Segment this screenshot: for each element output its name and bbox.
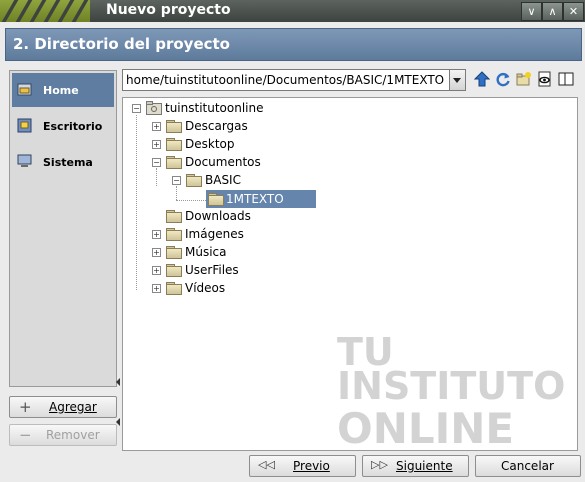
titlebar-decoration xyxy=(0,0,90,22)
tree-node-root[interactable]: − tuinstitutoonline xyxy=(131,100,291,117)
tree-node[interactable]: − BASIC xyxy=(171,172,291,189)
show-hidden-icon[interactable] xyxy=(537,71,553,87)
window-title: Nuevo proyecto xyxy=(106,2,231,18)
refresh-icon[interactable] xyxy=(495,71,511,87)
places-sidebar: Home Escritorio Sistema xyxy=(9,70,117,387)
chevron-down-icon[interactable] xyxy=(449,69,466,91)
maximize-icon[interactable]: ∧ xyxy=(542,2,563,21)
sidebar-item-home[interactable]: Home xyxy=(12,73,114,107)
folder-icon xyxy=(166,120,182,133)
tree-node[interactable]: + Música xyxy=(151,244,271,261)
window-titlebar[interactable]: Nuevo proyecto ∨ ∧ ✕ xyxy=(0,0,585,22)
watermark-line2: INSTITUTO xyxy=(337,364,566,408)
folder-icon xyxy=(166,282,182,295)
minus-icon: − xyxy=(19,426,32,444)
rewind-icon: ◁◁ xyxy=(258,458,275,471)
folder-icon xyxy=(166,138,182,151)
folder-icon xyxy=(166,228,182,241)
folder-tree[interactable]: − tuinstitutoonline + Descargas + Deskto… xyxy=(122,97,578,451)
path-input[interactable]: home/tuinstitutoonline/Documentos/BASIC/… xyxy=(126,73,444,87)
path-combo[interactable]: home/tuinstitutoonline/Documentos/BASIC/… xyxy=(122,69,466,91)
tree-node[interactable]: − Documentos xyxy=(151,154,271,171)
remove-place-button[interactable]: − Remover xyxy=(9,424,117,446)
tree-node[interactable]: + UserFiles xyxy=(151,262,271,279)
minimize-icon[interactable]: ∨ xyxy=(521,2,542,21)
tree-node[interactable]: + Vídeos xyxy=(151,280,271,297)
folder-icon xyxy=(166,210,182,223)
watermark-line3: ONLINE xyxy=(337,404,515,451)
add-place-button[interactable]: + Agregar xyxy=(9,396,117,418)
go-up-icon[interactable] xyxy=(474,71,490,87)
desktop-icon xyxy=(17,118,32,133)
sidebar-item-sistema[interactable]: Sistema xyxy=(12,145,114,179)
close-icon[interactable]: ✕ xyxy=(563,2,584,21)
sidebar-item-label: Home xyxy=(43,84,79,97)
folder-icon xyxy=(166,264,182,277)
folder-icon xyxy=(166,246,182,259)
tree-guide xyxy=(176,200,206,201)
home-icon xyxy=(17,83,32,96)
computer-icon xyxy=(17,154,32,167)
tree-node[interactable]: + Imágenes xyxy=(151,226,271,243)
tree-guide xyxy=(136,115,137,290)
cancel-button[interactable]: Cancelar xyxy=(475,455,581,477)
view-toggle-icon[interactable] xyxy=(558,71,574,87)
folder-icon xyxy=(208,193,224,206)
tree-node[interactable]: + Descargas xyxy=(151,118,271,135)
next-button[interactable]: ▷▷ Siguiente xyxy=(362,455,469,477)
tree-node[interactable]: + Desktop xyxy=(151,136,271,153)
new-folder-icon[interactable] xyxy=(516,71,532,87)
tree-node-selected[interactable]: 1MTEXTO xyxy=(206,190,316,208)
plus-icon: + xyxy=(19,398,32,416)
tree-node[interactable]: Downloads xyxy=(151,208,271,225)
fast-forward-icon: ▷▷ xyxy=(371,458,388,471)
step-header: 2. Directorio del proyecto xyxy=(5,28,582,61)
folder-icon xyxy=(186,174,202,187)
splitter-handle[interactable] xyxy=(116,378,120,386)
sidebar-item-label: Escritorio xyxy=(43,120,103,133)
previous-button[interactable]: ◁◁ Previo xyxy=(249,455,356,477)
home-folder-icon xyxy=(146,101,162,115)
sidebar-item-escritorio[interactable]: Escritorio xyxy=(12,109,114,143)
page-title: 2. Directorio del proyecto xyxy=(13,35,230,53)
sidebar-item-label: Sistema xyxy=(43,156,93,169)
folder-icon xyxy=(166,156,182,169)
